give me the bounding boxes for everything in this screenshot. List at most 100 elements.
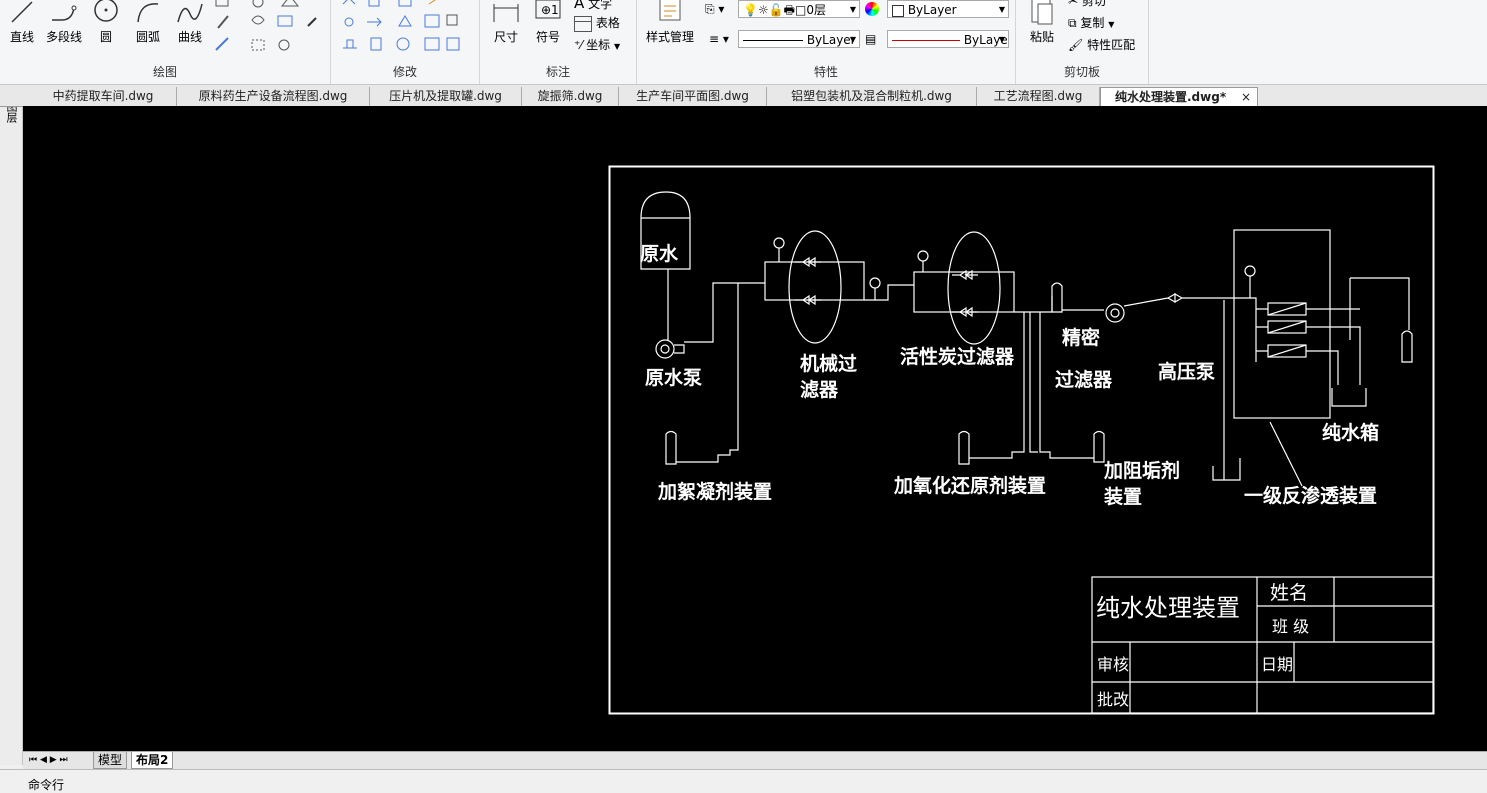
doc-tab-label: 生产车间平面图.dwg	[636, 89, 749, 103]
linetype-dropdown-icon: ▼	[849, 35, 856, 44]
polyline-label: 多段线	[45, 30, 82, 44]
tab-close-icon[interactable]: ×	[1241, 88, 1251, 107]
linetype-sample	[743, 40, 803, 41]
doc-tab[interactable]: 生产车间平面图.dwg	[619, 87, 767, 106]
layer-state-icons: 💡☼🔓🖶□	[743, 3, 807, 17]
copy-button[interactable]: ⧉ 复制 ▼	[1068, 14, 1114, 31]
spline-label: 曲线	[177, 30, 202, 44]
match-properties-button[interactable]: 🖌 特性匹配	[1068, 36, 1135, 53]
copy-label: 复制	[1080, 16, 1105, 30]
layer-select[interactable]: 💡☼🔓🖶□0层 ▼	[738, 0, 860, 18]
modify-tools-icons[interactable]	[337, 0, 473, 58]
copy-dropdown-icon: ▼	[1108, 20, 1115, 29]
precision-label-2: 过滤器	[1055, 369, 1113, 391]
polyline-button[interactable]: 多段线	[44, 0, 84, 45]
lineweight-sample	[892, 40, 960, 41]
layout2-tab[interactable]: 布局2	[131, 752, 174, 769]
doc-tab[interactable]: 工艺流程图.dwg	[977, 87, 1100, 106]
raw-water-pump-label: 原水泵	[645, 367, 702, 389]
color-dropdown-icon: ▼	[998, 5, 1005, 14]
line-label: 直线	[9, 30, 34, 44]
polyline-icon	[52, 5, 77, 21]
paste-label: 粘贴	[1029, 30, 1054, 44]
arc-label: 圆弧	[135, 30, 160, 44]
doc-tab[interactable]: 中药提取车间.dwg	[30, 87, 177, 106]
color-value: ByLayer	[907, 3, 957, 17]
color-select[interactable]: ByLayer ▼	[887, 0, 1009, 18]
flocculant-label: 加絮凝剂装置	[657, 480, 772, 503]
coordinate-dropdown-icon: ▼	[614, 42, 621, 51]
drawing-border	[608, 165, 1435, 715]
drawing-canvas[interactable]: 原水 原水泵 加絮凝剂装置 机械过 滤器 活性炭过滤器 加氧化还原剂装置 精密 …	[23, 106, 1487, 751]
title-block-name: 姓名	[1270, 582, 1308, 604]
coordinate-icon: ⁺⁄	[574, 38, 583, 52]
carbon-filter	[913, 231, 1053, 345]
table-label: 表格	[595, 16, 620, 30]
doc-tab-label: 旋振筛.dwg	[537, 89, 603, 103]
color-swatch	[892, 4, 904, 17]
doc-tab[interactable]: 旋振筛.dwg	[522, 87, 619, 106]
doc-tab[interactable]: 原料药生产设备流程图.dwg	[177, 87, 370, 106]
layer-properties-icon[interactable]: ⎘ ▾	[705, 2, 724, 17]
text-label: 文字	[588, 0, 613, 11]
doc-tab-label: 纯水处理装置.dwg*	[1115, 90, 1227, 104]
lineweight-select[interactable]: ByLaye ▼	[887, 30, 1009, 48]
pure-water-tank	[1401, 330, 1413, 363]
paste-icon	[1031, 0, 1053, 25]
antiscalant-unit	[1093, 430, 1105, 463]
text-icon: A	[574, 0, 585, 12]
dimension-icon	[493, 4, 519, 22]
symbol-button[interactable]: ⊕1 符号	[528, 0, 568, 45]
circle-button[interactable]: 圆	[86, 0, 126, 45]
title-block-class: 班 级	[1272, 617, 1309, 636]
layer-dropdown-icon: ▼	[849, 5, 856, 14]
doc-tab[interactable]: 压片机及提取罐.dwg	[370, 87, 522, 106]
title-block-title: 纯水处理装置	[1096, 594, 1240, 622]
layout-nav-arrows[interactable]: ⏮ ◀ ▶ ⏭	[25, 752, 72, 768]
raw-water-pump	[655, 282, 765, 359]
spline-button[interactable]: 曲线	[170, 0, 210, 45]
dimension-button[interactable]: 尺寸	[486, 0, 526, 45]
command-line-label: 命令行	[28, 778, 65, 792]
symbol-icon: ⊕1	[535, 0, 561, 19]
coordinate-label: 坐标	[586, 38, 611, 52]
document-tab-bar: 中药提取车间.dwg 原料药生产设备流程图.dwg 压片机及提取罐.dwg 旋振…	[0, 85, 1487, 107]
layout-tab-bar: ⏮ ◀ ▶ ⏭ 模型 布局2	[23, 751, 1487, 769]
doc-tab-active[interactable]: 纯水处理装置.dwg* ×	[1100, 87, 1258, 106]
title-block-review: 审核	[1097, 655, 1129, 674]
model-tab[interactable]: 模型	[93, 752, 128, 769]
scissors-icon: ✂	[1068, 0, 1079, 8]
doc-tab-label: 中药提取车间.dwg	[52, 89, 154, 103]
spline-icon	[177, 3, 203, 23]
circle-label: 圆	[99, 30, 112, 44]
arc-button[interactable]: 圆弧	[128, 0, 168, 45]
cut-button[interactable]: ✂ 剪切	[1068, 0, 1106, 9]
coordinate-button[interactable]: ⁺⁄ 坐标 ▼	[574, 36, 620, 53]
left-palette-strip[interactable]: ⎘ 图层	[0, 85, 23, 765]
style-manager-button[interactable]: 样式管理	[641, 0, 699, 45]
draw-tools-icons[interactable]	[212, 0, 322, 58]
precision-label-1: 精密	[1062, 326, 1100, 349]
style-manager-label: 样式管理	[645, 30, 694, 44]
raw-water-label: 原水	[640, 243, 679, 265]
pure-water-tank-label: 纯水箱	[1322, 421, 1379, 444]
brush-icon: 🖌	[1068, 38, 1084, 52]
mech-filter-label-2: 滤器	[800, 379, 839, 401]
drawing-svg: 原水 原水泵 加絮凝剂装置 机械过 滤器 活性炭过滤器 加氧化还原剂装置 精密 …	[608, 165, 1435, 715]
clipboard-panel-title: 剪切板	[1063, 65, 1100, 79]
text-button[interactable]: A 文字	[574, 0, 612, 12]
command-line-bar[interactable]: 命令行	[0, 769, 1487, 792]
antiscalant-label-2: 装置	[1103, 485, 1142, 508]
paste-button[interactable]: 粘贴	[1022, 0, 1062, 45]
line-button[interactable]: 直线	[2, 0, 42, 45]
lineweight-list-icon[interactable]: ≡ ▾	[709, 32, 729, 46]
style-manager-icon	[659, 0, 681, 21]
properties-panel-title: 特性	[813, 65, 838, 79]
lineweight-dropdown-icon: ▼	[998, 35, 1005, 44]
doc-tab-label: 铝塑包装机及混合制粒机.dwg	[791, 89, 952, 103]
linetype-select[interactable]: ByLayer ▼	[738, 30, 860, 48]
color-wheel-icon[interactable]	[865, 2, 879, 19]
mechanical-filter	[764, 230, 914, 344]
doc-tab[interactable]: 铝塑包装机及混合制粒机.dwg	[767, 87, 977, 106]
table-button[interactable]: 表格	[574, 14, 620, 32]
